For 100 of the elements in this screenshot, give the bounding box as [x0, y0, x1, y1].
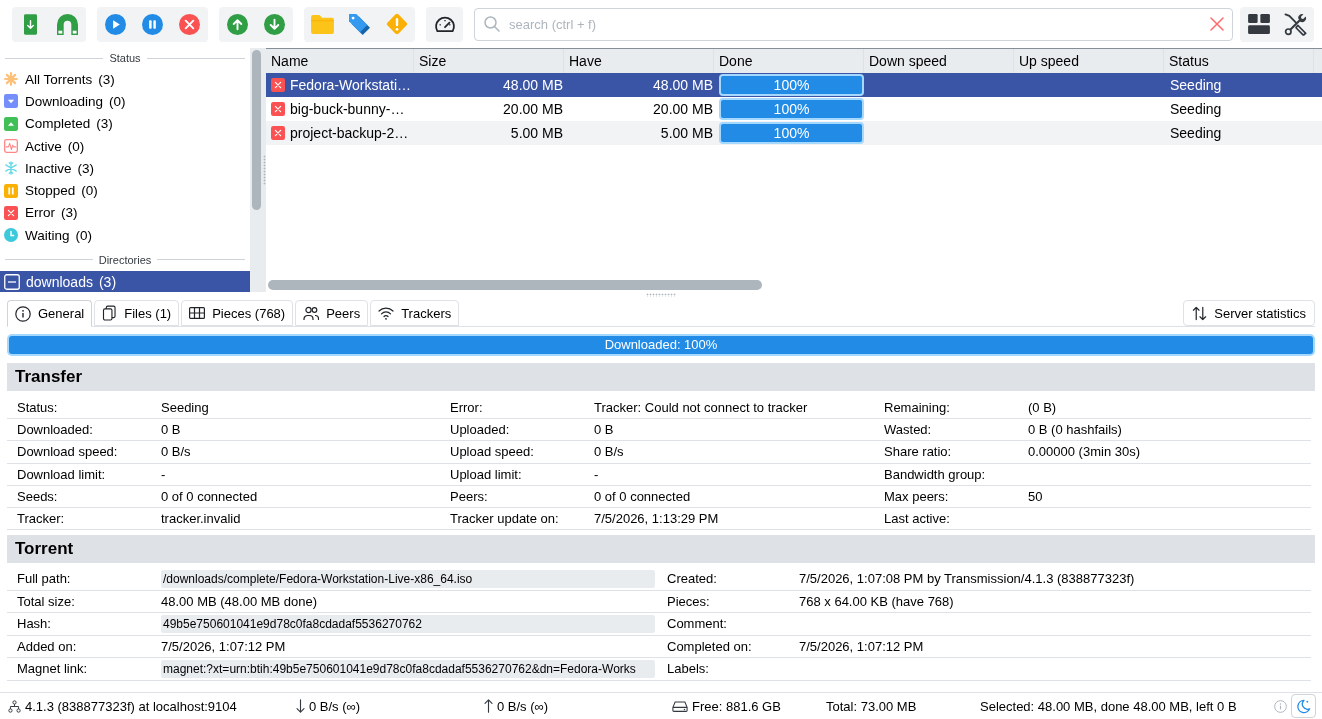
field-value: tracker.invalid [161, 511, 242, 527]
field-value: 7/5/2026, 1:13:29 PM [594, 511, 720, 527]
speed-button[interactable] [426, 6, 463, 42]
server-statistics-button[interactable]: Server statistics [1183, 300, 1315, 326]
pulse-icon [4, 139, 18, 154]
field-label: Bandwidth group: [884, 466, 987, 482]
field-value: 0 B/s [161, 444, 192, 460]
readonly-field[interactable]: 49b5e750601041e9d78c0fa8cdadaf5536270762 [161, 614, 655, 633]
filter-item[interactable]: Active (0) [0, 134, 250, 158]
section-title: Transfer [7, 363, 1315, 391]
field-label: Magnet link: [17, 661, 89, 677]
tab[interactable]: Pieces (768) [181, 300, 294, 326]
scrollbar-thumb[interactable] [251, 50, 261, 210]
tab[interactable]: Trackers [370, 300, 460, 326]
field-label: Created: [667, 571, 718, 587]
table-cell-text: Seeding [1169, 100, 1223, 119]
info-icon [15, 305, 31, 322]
theme-button[interactable] [1291, 694, 1316, 718]
search-field[interactable]: search (ctrl + f) [474, 7, 1233, 41]
move-down-button[interactable] [256, 6, 293, 42]
layout-button[interactable] [1240, 6, 1277, 42]
section-heading: Status [109, 52, 141, 64]
table-cell-text: Seeding [1169, 124, 1223, 143]
field-label: Seeds: [17, 488, 59, 504]
tools-icon [1284, 12, 1307, 36]
remove-button[interactable] [171, 6, 208, 42]
field-label: Remaining: [884, 400, 951, 416]
field-label: Pieces: [667, 593, 711, 609]
start-button[interactable] [97, 6, 134, 42]
tag-icon [349, 13, 370, 35]
progress-label: 100% [773, 77, 810, 93]
readonly-field[interactable]: /downloads/complete/Fedora-Workstation-Live-x86_64.iso [161, 569, 655, 588]
grid-icon [189, 307, 206, 319]
tab[interactable]: Files (1) [94, 300, 180, 326]
field-label: Comment: [667, 616, 728, 632]
progress-label: Downloaded: 100% [604, 337, 718, 353]
folder-icon [311, 14, 334, 34]
table-row[interactable]: Fedora-Workstati… 48.00 MB 48.00 MB 100% Seeding [266, 73, 1322, 97]
arrow-down-icon [264, 13, 285, 35]
field-label: Upload speed: [450, 444, 535, 460]
filter-item[interactable]: Waiting (0) [0, 224, 250, 247]
tab[interactable]: General [7, 300, 93, 327]
field-label: Last active: [884, 511, 951, 527]
filter-item[interactable]: Completed (3) [0, 112, 250, 135]
table-cell-text: 48.00 MB [502, 76, 564, 95]
table-row[interactable]: project-backup-2… 5.00 MB 5.00 MB 100% Seeding [266, 121, 1322, 145]
section-heading: Directories [98, 253, 152, 266]
move-up-button[interactable] [219, 6, 256, 42]
section-title: Torrent [7, 535, 1315, 564]
filter-item[interactable]: All Torrents (3) [0, 68, 250, 91]
filter-item[interactable]: Downloading (0) [0, 90, 250, 113]
table-cell-text: big-buck-bunny-… [290, 100, 405, 119]
status-text: 0 B/s (∞) [309, 698, 361, 714]
field-label: Download speed: [17, 444, 119, 460]
field-value: 0 of 0 connected [161, 488, 259, 504]
field-label: Status: [17, 400, 59, 416]
resize-handle[interactable] [646, 293, 676, 297]
resize-handle[interactable] [262, 155, 266, 185]
arrow-up-square-icon [4, 116, 18, 131]
field-label: Downloaded: [17, 422, 94, 438]
field-value: 0 B (0 hashfails) [1028, 422, 1123, 438]
field-value: 768 x 64.00 KB (have 768) [799, 593, 955, 609]
wifi-icon [378, 306, 395, 320]
field-label: Added on: [17, 638, 78, 654]
scrollbar-thumb[interactable] [268, 280, 762, 290]
add-magnet-button[interactable] [49, 6, 86, 42]
tab[interactable]: Peers [295, 300, 369, 326]
info-button[interactable] [1273, 699, 1287, 713]
x-icon [1210, 16, 1224, 31]
clear-button[interactable] [1210, 16, 1224, 31]
field-value: - [594, 466, 600, 482]
magnet-icon [57, 13, 78, 35]
search-icon [484, 15, 500, 32]
readonly-field[interactable]: magnet:?xt=urn:btih:49b5e750601041e9d78c0fa8cdadaf5536270762&dn=Fedora-Works [161, 659, 655, 678]
field-value: - [161, 466, 167, 482]
snowflake-icon [4, 161, 18, 176]
progress-label: 100% [773, 125, 810, 141]
field-value: 0.00000 (3min 30s) [1028, 444, 1141, 460]
field-value: 7/5/2026, 1:07:08 PM by Transmission/4.1.3 (838877323f) [799, 571, 1136, 587]
field-label: Tracker: [17, 511, 66, 527]
field-label: Peers: [450, 488, 489, 504]
arrow-up-icon [227, 13, 248, 35]
filter-item[interactable]: Stopped (0) [0, 179, 250, 202]
arrow-up-icon [484, 699, 493, 713]
status-text: Total: 73.00 MB [826, 698, 917, 714]
status-text: 4.1.3 (838877323f) at localhost:9104 [25, 698, 237, 714]
moon-icon [1296, 698, 1311, 714]
add-torrent-button[interactable] [12, 6, 49, 42]
field-label: Total size: [17, 593, 76, 609]
table-cell-text: 5.00 MB [659, 124, 714, 143]
filter-item[interactable]: Error (3) [0, 201, 250, 225]
field-value: 0 B [161, 422, 182, 438]
field-value: 50 [1028, 488, 1044, 504]
field-label: Labels: [667, 661, 710, 677]
settings-button[interactable] [1277, 6, 1314, 42]
gauge-icon [433, 15, 456, 33]
field-label: Share ratio: [884, 444, 953, 460]
directory-item[interactable]: downloads (3) [0, 271, 250, 292]
layout-icon [1247, 14, 1270, 34]
filter-item[interactable]: Inactive (3) [0, 157, 250, 180]
